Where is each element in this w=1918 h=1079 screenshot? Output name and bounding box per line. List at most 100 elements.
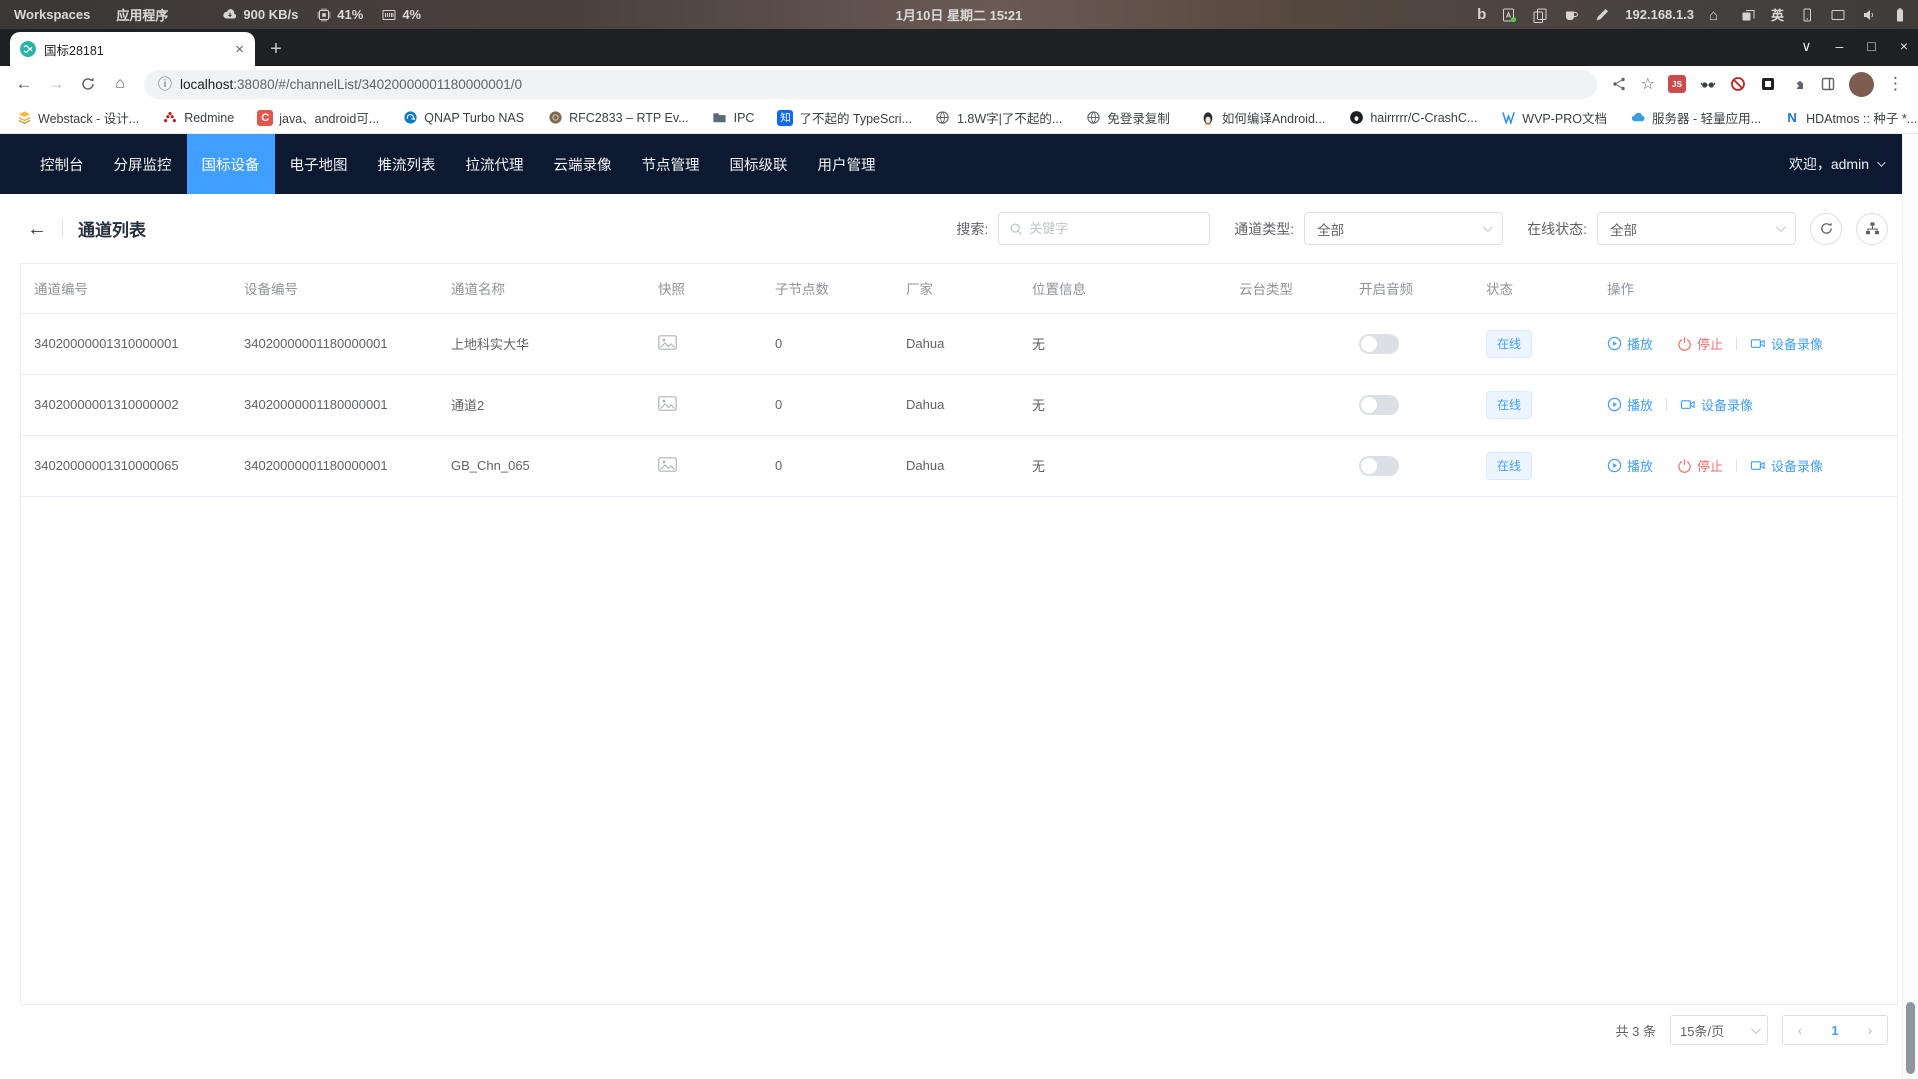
browser-tab[interactable]: 国标28181 × [10, 32, 255, 66]
audio-toggle[interactable] [1359, 456, 1399, 476]
snapshot-thumbnail-icon[interactable] [658, 457, 677, 472]
bookmark-ipc-folder[interactable]: IPC [712, 110, 755, 126]
bookmark-zhihu-typescript[interactable]: 知 了不起的 TypeScri... [777, 108, 912, 127]
extension-js-icon[interactable]: JS [1668, 75, 1686, 93]
search-input[interactable] [1029, 221, 1199, 236]
bookmark-star-icon[interactable]: ☆ [1641, 74, 1655, 94]
nav-item-cloud-record[interactable]: 云端录像 [539, 134, 627, 194]
status-badge: 在线 [1486, 391, 1532, 419]
window-close-button[interactable]: × [1900, 38, 1908, 54]
online-status-select[interactable]: 全部 [1597, 212, 1796, 245]
nav-item-emap[interactable]: 电子地图 [275, 134, 363, 194]
browser-menu-icon[interactable]: ⋮ [1887, 74, 1904, 94]
title-divider [62, 220, 63, 237]
volume-icon[interactable] [1861, 7, 1877, 23]
side-panel-icon[interactable] [1819, 76, 1836, 93]
bookmark-18w-article[interactable]: 1.8W字|了不起的... [935, 108, 1062, 127]
bookmark-wvp-docs[interactable]: WVP-PRO文档 [1500, 108, 1607, 127]
vertical-scrollbar[interactable] [1902, 134, 1918, 1079]
extensions-puzzle-icon[interactable] [1789, 76, 1806, 93]
stop-button[interactable]: 停止 [1677, 334, 1723, 353]
back-button[interactable]: ← [10, 70, 38, 98]
site-info-icon[interactable]: ⓘ [158, 74, 172, 94]
github-icon [1348, 110, 1364, 126]
nav-item-console[interactable]: 控制台 [25, 134, 99, 194]
redmine-icon [162, 110, 178, 126]
nav-item-push-list[interactable]: 推流列表 [363, 134, 451, 194]
window-restore-button[interactable]: □ [1867, 38, 1875, 54]
cell-ptz-type [1226, 313, 1346, 374]
play-button[interactable]: 播放 [1607, 334, 1653, 353]
pen-tray-icon[interactable] [1594, 7, 1610, 23]
bookmark-server[interactable]: 服务器 - 轻量应用... [1630, 108, 1761, 127]
applications-menu[interactable]: 应用程序 [116, 5, 168, 24]
user-menu[interactable]: 欢迎，admin [1789, 134, 1883, 194]
nav-item-gb-cascade[interactable]: 国标级联 [715, 134, 803, 194]
clipboard-tray-icon[interactable] [1532, 7, 1548, 23]
nav-item-gb-device[interactable]: 国标设备 [187, 134, 275, 194]
display-tray-icon[interactable] [1830, 7, 1846, 23]
clock[interactable]: 1月10日 星期二 15∶21 [896, 5, 1023, 24]
search-box[interactable] [998, 212, 1210, 245]
extension-glasses-icon[interactable] [1699, 76, 1716, 93]
audio-toggle[interactable] [1359, 395, 1399, 415]
tab-close-icon[interactable]: × [232, 41, 247, 58]
nav-item-pull-proxy[interactable]: 拉流代理 [451, 134, 539, 194]
tab-search-icon[interactable]: ∨ [1801, 38, 1811, 55]
home-button[interactable]: ⌂ [106, 70, 134, 98]
windows-tray-icon[interactable] [1740, 7, 1756, 23]
share-icon[interactable] [1611, 76, 1628, 93]
network-speed-indicator: 900 KB/s [222, 7, 298, 23]
bookmark-qnap[interactable]: QNAP Turbo NAS [402, 110, 524, 126]
profile-avatar[interactable] [1849, 72, 1874, 97]
home-tray-icon[interactable]: ⌂ [1709, 7, 1725, 23]
play-button[interactable]: 播放 [1607, 395, 1653, 414]
bookmark-redmine[interactable]: Redmine [162, 110, 234, 126]
device-record-button[interactable]: 设备录像 [1680, 395, 1753, 414]
ip-address[interactable]: 192.168.1.3 [1625, 7, 1694, 22]
prev-page-button[interactable]: ‹ [1783, 1022, 1817, 1038]
device-record-button[interactable]: 设备录像 [1750, 456, 1823, 475]
page-size-select[interactable]: 15条/页 [1670, 1015, 1768, 1045]
cpu-usage-indicator: 41% [316, 7, 363, 23]
tree-view-button[interactable] [1856, 213, 1888, 245]
notes-tray-icon[interactable] [1501, 7, 1517, 23]
bookmark-webstack[interactable]: Webstack - 设计... [16, 108, 139, 127]
stop-button[interactable]: 停止 [1677, 456, 1723, 475]
current-page-number[interactable]: 1 [1817, 1023, 1853, 1038]
address-bar[interactable]: ⓘ localhost:38080/#/channelList/34020000… [144, 70, 1597, 99]
battery-icon[interactable] [1892, 7, 1908, 23]
play-button[interactable]: 播放 [1607, 456, 1653, 475]
scrollbar-thumb[interactable] [1906, 1002, 1915, 1074]
next-page-button[interactable]: › [1853, 1022, 1887, 1038]
bookmark-compile-android[interactable]: 如何编译Android... [1200, 108, 1326, 127]
workspaces-button[interactable]: Workspaces [14, 7, 90, 22]
device-record-button[interactable]: 设备录像 [1750, 334, 1823, 353]
header-channel-id: 通道编号 [21, 264, 231, 313]
back-arrow-button[interactable]: ← [27, 219, 47, 239]
bookmark-java-android[interactable]: C java、android可... [257, 108, 379, 127]
new-tab-button[interactable]: + [261, 34, 291, 64]
input-method-indicator[interactable]: 英 [1771, 5, 1784, 24]
channel-type-select[interactable]: 全部 [1304, 212, 1503, 245]
reload-button[interactable] [74, 70, 102, 98]
snapshot-thumbnail-icon[interactable] [658, 335, 677, 350]
bing-tray-icon[interactable]: b [1477, 6, 1486, 23]
snapshot-thumbnail-icon[interactable] [658, 396, 677, 411]
nav-item-node-manage[interactable]: 节点管理 [627, 134, 715, 194]
forward-button[interactable]: → [42, 70, 70, 98]
extension-blocker-icon[interactable] [1729, 76, 1746, 93]
bookmark-rfc2833[interactable]: RFC2833 – RTP Ev... [547, 110, 689, 126]
coffee-tray-icon[interactable] [1563, 7, 1579, 23]
audio-toggle[interactable] [1359, 334, 1399, 354]
bookmark-hdatmos[interactable]: N HDAtmos :: 种子 *... [1784, 108, 1917, 127]
extension-screenshot-icon[interactable] [1759, 76, 1776, 93]
nav-item-split-monitor[interactable]: 分屏监控 [99, 134, 187, 194]
window-minimize-button[interactable]: – [1836, 38, 1844, 54]
bookmark-github-crashc[interactable]: hairrrrr/C-CrashC... [1348, 110, 1477, 126]
phone-link-icon[interactable] [1799, 7, 1815, 23]
header-location: 位置信息 [1019, 264, 1226, 313]
nav-item-user-manage[interactable]: 用户管理 [803, 134, 891, 194]
refresh-button[interactable] [1810, 213, 1842, 245]
bookmark-copy-free[interactable]: 免登录复制 [1085, 108, 1170, 127]
